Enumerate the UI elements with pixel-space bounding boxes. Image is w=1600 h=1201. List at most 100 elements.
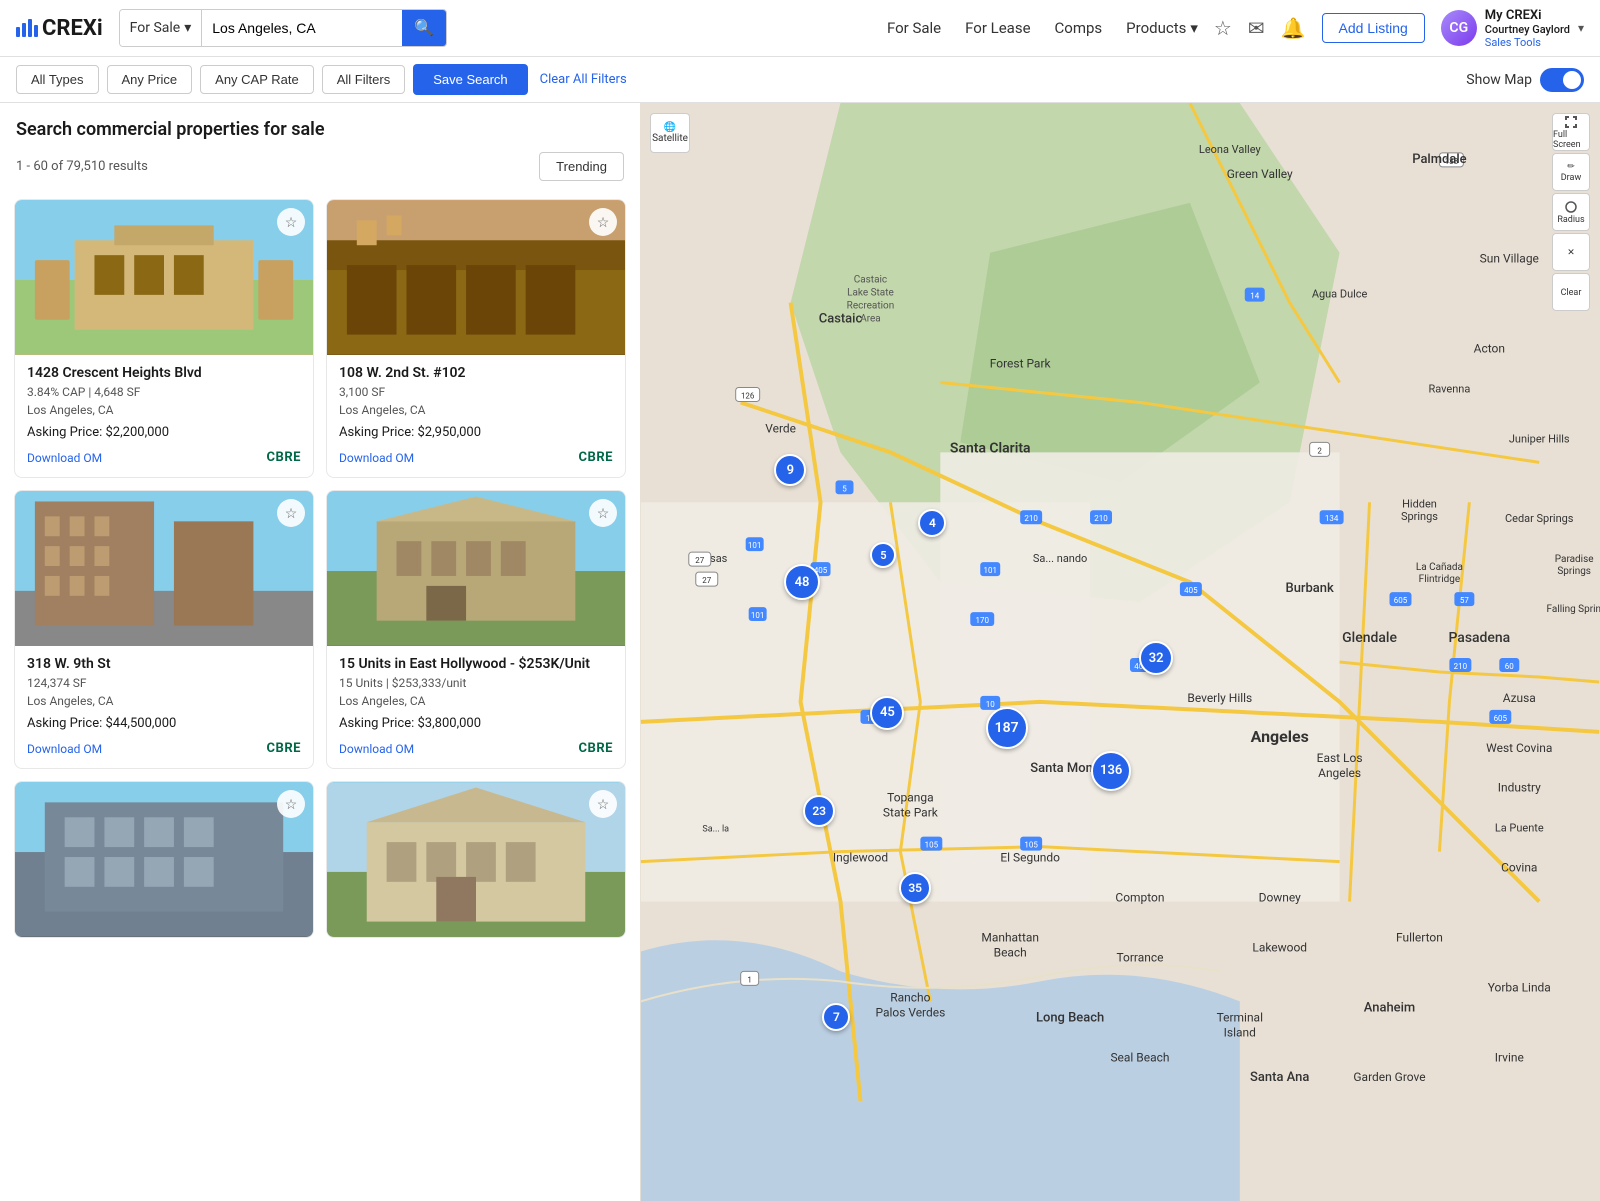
show-map-toggle-area: Show Map xyxy=(1466,68,1584,92)
property-card[interactable]: ☆ xyxy=(14,781,314,938)
svg-text:5: 5 xyxy=(842,484,847,493)
all-filters-button[interactable]: All Filters xyxy=(322,65,405,94)
property-footer: Download OM CBRE xyxy=(339,446,613,467)
favorite-button[interactable]: ☆ xyxy=(589,790,617,818)
download-om-link[interactable]: Download OM xyxy=(27,451,102,465)
nav-for-lease[interactable]: For Lease xyxy=(965,19,1030,37)
nav-for-sale[interactable]: For Sale xyxy=(887,19,941,37)
radius-button[interactable]: Radius xyxy=(1552,193,1590,231)
svg-text:Castaic: Castaic xyxy=(854,275,887,286)
circle-icon xyxy=(1564,200,1578,214)
header-icons: ☆ ✉ 🔔 Add Listing CG My CREXi Courtney G… xyxy=(1214,8,1584,49)
property-image-svg xyxy=(327,200,625,355)
all-types-filter[interactable]: All Types xyxy=(16,65,99,94)
svg-text:La Puente: La Puente xyxy=(1495,822,1544,835)
favorite-button[interactable]: ☆ xyxy=(277,499,305,527)
show-map-toggle[interactable] xyxy=(1540,68,1584,92)
property-image: ☆ xyxy=(327,200,625,355)
fullscreen-button[interactable]: Full Screen xyxy=(1552,113,1590,151)
property-card[interactable]: ☆ xyxy=(326,781,626,938)
satellite-button[interactable]: 🌐 Satellite xyxy=(650,113,690,153)
svg-text:Inglewood: Inglewood xyxy=(833,851,888,865)
svg-text:170: 170 xyxy=(976,616,990,625)
pencil-icon: ✏ xyxy=(1567,162,1575,172)
svg-text:Topanga: Topanga xyxy=(887,791,933,805)
svg-text:Rancho: Rancho xyxy=(890,990,930,1004)
map-cluster[interactable]: 32 xyxy=(1139,641,1173,675)
property-image-svg xyxy=(327,491,625,646)
add-listing-button[interactable]: Add Listing xyxy=(1322,13,1425,43)
svg-text:Industry: Industry xyxy=(1498,781,1541,795)
svg-text:Downey: Downey xyxy=(1259,891,1302,905)
save-search-button[interactable]: Save Search xyxy=(413,64,527,95)
favorite-button[interactable]: ☆ xyxy=(277,790,305,818)
favorite-button[interactable]: ☆ xyxy=(589,208,617,236)
location-search-input[interactable] xyxy=(202,10,402,46)
favorite-button[interactable]: ☆ xyxy=(277,208,305,236)
svg-text:101: 101 xyxy=(984,566,997,575)
favorites-icon[interactable]: ☆ xyxy=(1214,16,1232,40)
download-om-link[interactable]: Download OM xyxy=(27,742,102,756)
svg-text:Santa Ana: Santa Ana xyxy=(1250,1070,1309,1085)
download-om-link[interactable]: Download OM xyxy=(339,742,414,756)
svg-text:Palos Verdes: Palos Verdes xyxy=(875,1005,945,1019)
property-footer: Download OM CBRE xyxy=(27,737,301,758)
property-info: 108 W. 2nd St. #102 3,100 SFLos Angeles,… xyxy=(327,355,625,477)
search-heading: Search commercial properties for sale xyxy=(0,103,640,144)
property-card[interactable]: ☆ 15 Units in East Hollywood - $253K/Uni… xyxy=(326,490,626,769)
download-om-link[interactable]: Download OM xyxy=(339,451,414,465)
map-cluster[interactable]: 136 xyxy=(1091,751,1131,791)
svg-text:10: 10 xyxy=(986,700,995,709)
svg-text:Ravenna: Ravenna xyxy=(1429,382,1471,395)
draw-button[interactable]: ✏ Draw xyxy=(1552,153,1590,191)
user-menu[interactable]: CG My CREXi Courtney Gaylord Sales Tools… xyxy=(1441,8,1584,49)
svg-text:Island: Island xyxy=(1224,1025,1256,1039)
svg-text:Leona Valley: Leona Valley xyxy=(1199,143,1262,156)
svg-text:210: 210 xyxy=(1094,514,1108,523)
sale-type-dropdown[interactable]: For Sale ▾ xyxy=(120,10,203,46)
messages-icon[interactable]: ✉ xyxy=(1248,16,1265,40)
property-price: Asking Price: $2,950,000 xyxy=(339,425,613,440)
clear-button[interactable]: Clear xyxy=(1552,273,1590,311)
cap-rate-filter[interactable]: Any CAP Rate xyxy=(200,65,314,94)
property-title: 1428 Crescent Heights Blvd xyxy=(27,365,301,381)
svg-text:Garden Grove: Garden Grove xyxy=(1353,1070,1425,1084)
map-cluster[interactable]: 23 xyxy=(803,795,835,827)
property-card[interactable]: ☆ 108 W. 2nd St. #102 3,100 SFLos Angele… xyxy=(326,199,626,478)
svg-text:Cedar Springs: Cedar Springs xyxy=(1505,512,1574,525)
favorite-button[interactable]: ☆ xyxy=(589,499,617,527)
property-price: Asking Price: $44,500,000 xyxy=(27,716,301,731)
property-image-svg xyxy=(15,200,313,355)
svg-text:Compton: Compton xyxy=(1115,891,1164,905)
svg-text:Falling Springs: Falling Springs xyxy=(1547,604,1600,615)
map-cluster[interactable]: 35 xyxy=(899,872,931,904)
clear-all-filters-link[interactable]: Clear All Filters xyxy=(540,72,627,87)
map-cluster[interactable]: 48 xyxy=(784,564,820,600)
logo-bar-4 xyxy=(34,25,38,37)
notifications-icon[interactable]: 🔔 xyxy=(1281,16,1306,40)
property-card[interactable]: ☆ 1428 Crescent Heights Blvd 3.84% CAP |… xyxy=(14,199,314,478)
map-cluster[interactable]: 187 xyxy=(986,707,1028,749)
user-subtitle: Sales Tools xyxy=(1485,36,1570,49)
nav-products[interactable]: Products ▾ xyxy=(1126,19,1198,37)
svg-text:134: 134 xyxy=(1325,514,1339,523)
map-panel[interactable]: 405 101 210 210 10 10 105 105 134 xyxy=(640,103,1600,1201)
svg-text:Irvine: Irvine xyxy=(1495,1050,1524,1064)
property-title: 15 Units in East Hollywood - $253K/Unit xyxy=(339,656,613,672)
svg-text:Burbank: Burbank xyxy=(1286,581,1334,596)
svg-text:Anaheim: Anaheim xyxy=(1364,1000,1415,1015)
property-meta: 15 Units | $253,333/unitLos Angeles, CA xyxy=(339,674,613,710)
price-filter[interactable]: Any Price xyxy=(107,65,193,94)
nav-comps[interactable]: Comps xyxy=(1055,19,1103,37)
search-area: For Sale ▾ 🔍 xyxy=(119,9,448,47)
logo[interactable]: CREXi xyxy=(16,16,103,41)
svg-text:Covina: Covina xyxy=(1501,861,1537,875)
property-card[interactable]: ☆ 318 W. 9th St 124,374 SFLos Angeles, C… xyxy=(14,490,314,769)
close-button[interactable]: ✕ xyxy=(1552,233,1590,271)
sort-trending-button[interactable]: Trending xyxy=(539,152,624,181)
svg-text:Verde: Verde xyxy=(765,421,796,435)
user-name: My CREXi xyxy=(1485,8,1570,23)
svg-text:Sa... nando: Sa... nando xyxy=(1033,552,1087,565)
filter-bar: All Types Any Price Any CAP Rate All Fil… xyxy=(0,57,1600,103)
search-button[interactable]: 🔍 xyxy=(402,10,446,46)
